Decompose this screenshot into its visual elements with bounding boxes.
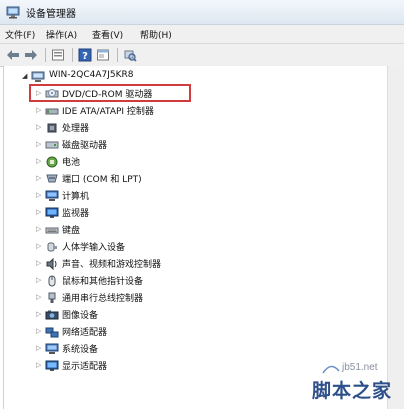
tree-item-label: IDE ATA/ATAPI 控制器 [62,107,154,117]
expand-arrow-icon[interactable]: ▷ [36,208,41,216]
toolbar-separator [117,48,118,62]
tree-item-label: 显示适配器 [62,362,108,372]
tree-item-monitor[interactable]: ▷ 监视器 [36,205,236,221]
imaging-device-icon [45,309,59,324]
site-watermark: jb51.net 脚本之家 [306,362,402,406]
scan-hardware-icon[interactable] [123,48,137,62]
tree-item-system[interactable]: ▷ 系统设备 [36,341,236,357]
expand-arrow-icon[interactable]: ▷ [36,157,41,165]
tree-item-label: 通用串行总线控制器 [62,294,144,304]
tree-item-keyboard[interactable]: ▷ 键盘 [36,222,236,238]
expand-arrow-icon[interactable]: ▷ [36,327,41,335]
svg-text:?: ? [82,51,88,62]
expand-arrow-icon[interactable]: ▷ [36,225,41,233]
menu-file[interactable]: 文件(F) [5,28,35,41]
window-title: 设备管理器 [26,9,76,20]
tree-item-label: 端口 (COM 和 LPT) [62,175,142,185]
expand-arrow-icon[interactable]: ▷ [36,191,41,199]
toolbar-separator [72,48,73,62]
keyboard-icon [45,224,59,239]
battery-icon [45,156,59,171]
tree-item-mouse[interactable]: ▷ 鼠标和其他指针设备 [36,273,236,289]
network-adapter-icon [45,326,59,341]
monitor-icon [45,207,59,222]
tree-item-imaging[interactable]: ▷ 图像设备 [36,307,236,323]
tree-item-label: 计算机 [62,192,90,202]
watermark-name: 脚本之家 [312,380,393,402]
usb-icon [45,292,59,307]
tree-item-label: 人体学输入设备 [62,243,126,253]
disk-drive-icon [45,139,59,154]
expand-arrow-icon[interactable]: ▷ [36,361,41,369]
tree-item-label: 磁盘驱动器 [62,141,108,151]
tree-item-usb[interactable]: ▷ 通用串行总线控制器 [36,290,236,306]
highlight-box [29,84,191,102]
menu-view[interactable]: 查看(V) [92,28,123,41]
mouse-icon [45,275,59,290]
expand-arrow-icon[interactable]: ▷ [36,106,41,114]
system-device-icon [45,343,59,358]
tree-root[interactable]: ◢ WIN-2QC4A7J5KR8 [22,69,222,85]
expand-arrow-icon[interactable]: ▷ [36,293,41,301]
expand-arrow-icon[interactable]: ▷ [36,344,41,352]
expand-arrow-icon[interactable]: ▷ [36,140,41,148]
menu-action[interactable]: 操作(A) [46,28,77,41]
forward-arrow-icon[interactable] [24,48,38,62]
menu-bar: 文件(F) 操作(A) 查看(V) 帮助(H) [0,25,404,44]
tree-item-label: 监视器 [62,209,90,219]
tree-item-network[interactable]: ▷ 网络适配器 [36,324,236,340]
tree-item-label: 键盘 [62,226,81,236]
port-icon [45,173,59,188]
expand-arrow-icon[interactable]: ▷ [36,276,41,284]
tree-item-ports[interactable]: ▷ 端口 (COM 和 LPT) [36,171,236,187]
sound-icon [45,257,59,273]
tree-item-processor[interactable]: ▷ 处理器 [36,120,236,136]
expand-arrow-icon[interactable]: ▷ [36,242,41,250]
device-manager-window: 设备管理器 文件(F) 操作(A) 查看(V) 帮助(H) ? ◢ WIN-2Q… [0,0,404,409]
tree-item-label: 电池 [62,158,81,168]
title-bar: 设备管理器 [0,0,404,25]
tree-item-hid[interactable]: ▷ 人体学输入设备 [36,239,236,255]
properties-icon[interactable] [51,48,65,62]
tree-item-display-adapter[interactable]: ▷ 显示适配器 [36,358,236,374]
display-adapter-icon [45,360,59,375]
watermark-url: jb51.net [342,362,378,373]
tree-item-label: 鼠标和其他指针设备 [62,277,144,287]
tree-item-disk-drive[interactable]: ▷ 磁盘驱动器 [36,137,236,153]
hid-icon [45,241,59,256]
expand-arrow-icon[interactable]: ▷ [36,123,41,131]
ide-controller-icon [45,105,59,120]
expand-arrow-icon[interactable]: ▷ [36,259,41,267]
computer-icon [45,190,59,205]
tree-item-label: 声音、视频和游戏控制器 [62,260,162,270]
tree-item-ide-controller[interactable]: ▷ IDE ATA/ATAPI 控制器 [36,103,236,119]
help-icon[interactable]: ? [78,48,92,62]
tree-item-label: 网络适配器 [62,328,108,338]
tree-item-battery[interactable]: ▷ 电池 [36,154,236,170]
console-icon[interactable] [96,48,110,62]
expand-arrow-icon[interactable]: ▷ [36,174,41,182]
back-arrow-icon[interactable] [6,48,20,62]
tree-item-label: 系统设备 [62,345,99,355]
device-manager-icon [6,5,20,22]
toolbar-separator [45,48,46,62]
tree-root-label: WIN-2QC4A7J5KR8 [49,70,134,80]
tree-item-sound[interactable]: ▷ 声音、视频和游戏控制器 [36,256,236,272]
toolbar: ? [0,44,404,67]
tree-item-label: 处理器 [62,124,90,134]
collapse-arrow-icon[interactable]: ◢ [22,72,27,80]
expand-arrow-icon[interactable]: ▷ [36,310,41,318]
menu-help[interactable]: 帮助(H) [140,28,172,41]
processor-icon [45,122,59,137]
tree-item-label: 图像设备 [62,311,99,321]
vertical-scrollbar[interactable] [387,66,404,409]
tree-item-computer[interactable]: ▷ 计算机 [36,188,236,204]
